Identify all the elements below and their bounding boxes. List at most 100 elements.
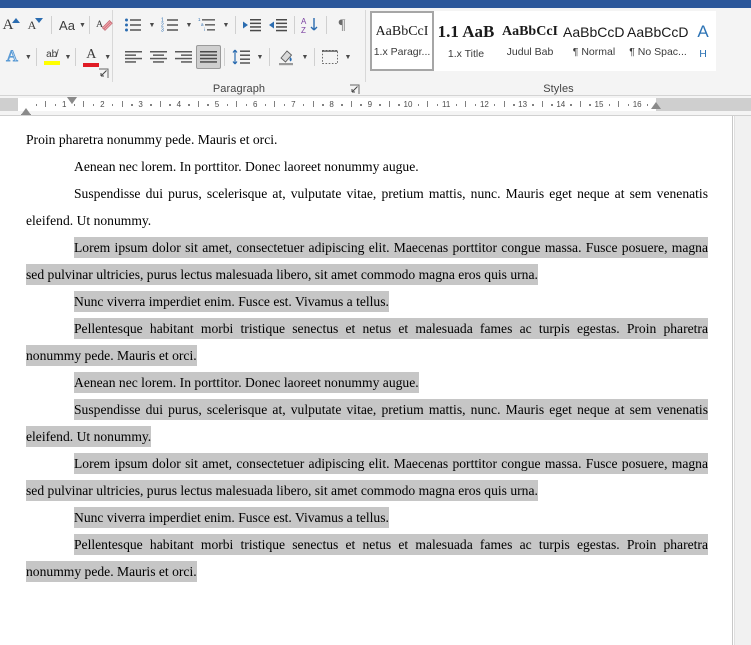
font-color-dropdown-icon[interactable]: ▼: [103, 46, 112, 68]
document-paragraph[interactable]: Lorem ipsum dolor sit amet, consectetuer…: [0, 234, 732, 288]
divider: [235, 16, 236, 34]
borders-button[interactable]: [318, 45, 342, 69]
ruler-tick-10: 10: [403, 100, 413, 109]
show-formatting-marks-button[interactable]: ¶: [330, 13, 354, 37]
font-color-swatch: [83, 62, 100, 67]
borders-dropdown-icon[interactable]: ▼: [342, 46, 354, 68]
change-case-button[interactable]: Aa: [55, 13, 79, 37]
vertical-scrollbar[interactable]: [734, 116, 751, 645]
multilevel-list-dropdown-icon[interactable]: ▼: [220, 14, 232, 36]
numbering-dropdown-icon[interactable]: ▼: [183, 14, 195, 36]
ruler-minor-mark: [83, 101, 85, 107]
style-preview: AaBbCcI: [501, 23, 558, 39]
shading-dropdown-icon[interactable]: ▼: [299, 46, 311, 68]
ruler-minor-mark: [302, 104, 305, 106]
styles-gallery[interactable]: AaBbCcI 1.x Paragr... 1.1 AaB 1.x Title …: [370, 11, 751, 73]
align-center-icon: [150, 50, 167, 63]
align-right-button[interactable]: [171, 45, 196, 69]
shading-button[interactable]: [273, 45, 299, 69]
align-center-button[interactable]: [146, 45, 171, 69]
document-paragraph[interactable]: Lorem ipsum dolor sit amet, consectetuer…: [0, 450, 732, 504]
shrink-font-button[interactable]: A: [24, 13, 48, 37]
text-effects-dropdown-icon[interactable]: ▼: [24, 46, 33, 68]
numbering-button[interactable]: 1 2 3: [158, 13, 183, 37]
ribbon-group-styles: AaBbCcI 1.x Paragr... 1.1 AaB 1.x Title …: [366, 8, 751, 96]
ruler-minor-mark: [465, 101, 467, 107]
ruler-minor-mark: [589, 104, 591, 106]
justify-button[interactable]: [196, 45, 221, 69]
ruler-minor-mark: [274, 101, 276, 107]
paragraph-text: Lorem ipsum dolor sit amet, consectetuer…: [26, 453, 708, 501]
increase-indent-button[interactable]: [265, 13, 291, 37]
document-body[interactable]: Proin pharetra nonummy pede. Mauris et o…: [0, 126, 732, 585]
align-left-icon: [125, 50, 142, 63]
align-right-icon: [175, 50, 192, 63]
ruler-minor-mark: [312, 101, 314, 107]
ruler-minor-mark: [436, 104, 439, 106]
multilevel-list-button[interactable]: 1 a i: [195, 13, 220, 37]
ruler-minor-mark: [618, 101, 620, 107]
divider: [326, 16, 327, 34]
style-preview: A: [697, 21, 709, 41]
style-item-heading-1[interactable]: A H: [690, 11, 716, 71]
style-item-1x-title[interactable]: 1.1 AaB 1.x Title: [434, 11, 498, 71]
ruler-minor-mark: [169, 104, 171, 106]
grow-font-button[interactable]: A: [0, 13, 24, 37]
paragraph-text: Proin pharetra nonummy pede. Mauris et o…: [26, 132, 278, 147]
dialog-launcher-icon: [350, 84, 360, 94]
ruler-tick-3: 3: [138, 100, 143, 109]
sort-button[interactable]: A Z: [298, 13, 323, 37]
text-highlight-dropdown-icon[interactable]: ▼: [64, 46, 73, 68]
document-paragraph[interactable]: Nunc viverra imperdiet enim. Fusce est. …: [0, 288, 732, 315]
style-item-no-spacing[interactable]: AaBbCcDc ¶ No Spac...: [626, 11, 690, 71]
bullets-dropdown-icon[interactable]: ▼: [146, 14, 158, 36]
style-preview: AaBbCcDc: [563, 23, 625, 40]
ruler-minor-mark: [474, 104, 477, 106]
style-item-judul-bab[interactable]: AaBbCcI Judul Bab: [498, 11, 562, 71]
highlight-color-swatch: [43, 60, 60, 65]
document-paragraph[interactable]: Suspendisse dui purus, scelerisque at, v…: [0, 396, 732, 450]
document-paragraph[interactable]: Aenean nec lorem. In porttitor. Donec la…: [0, 153, 732, 180]
svg-text:i: i: [204, 27, 205, 32]
first-line-indent-marker[interactable]: [66, 97, 77, 104]
ruler-minor-mark: [131, 104, 133, 106]
paragraph-group-label: Paragraph: [212, 83, 266, 95]
style-name: ¶ No Spac...: [629, 46, 687, 59]
document-page[interactable]: Proin pharetra nonummy pede. Mauris et o…: [0, 116, 733, 645]
horizontal-ruler[interactable]: 123456789101112131415161718: [0, 96, 751, 116]
ruler-tick-5: 5: [214, 100, 220, 109]
line-spacing-dropdown-icon[interactable]: ▼: [254, 46, 266, 68]
document-area[interactable]: Proin pharetra nonummy pede. Mauris et o…: [0, 116, 751, 645]
dialog-launcher-icon: [99, 68, 109, 78]
document-paragraph[interactable]: Nunc viverra imperdiet enim. Fusce est. …: [0, 504, 732, 531]
ruler-tick-1: 1: [61, 100, 67, 109]
ruler-minor-mark: [417, 104, 420, 106]
style-item-normal[interactable]: AaBbCcDc ¶ Normal: [562, 11, 626, 71]
ruler-minor-mark: [350, 101, 352, 107]
ruler-tick-14: 14: [556, 100, 566, 109]
ruler-minor-mark: [111, 104, 114, 106]
shrink-font-arrow-icon: [35, 17, 44, 23]
bullets-button[interactable]: [121, 13, 146, 37]
divider: [224, 48, 225, 66]
document-paragraph[interactable]: Suspendisse dui purus, scelerisque at, v…: [0, 180, 732, 234]
change-case-dropdown-icon[interactable]: ▼: [79, 14, 86, 36]
line-spacing-button[interactable]: [228, 45, 254, 69]
text-effects-button[interactable]: A: [0, 45, 24, 69]
align-left-button[interactable]: [121, 45, 146, 69]
decrease-indent-button[interactable]: [239, 13, 265, 37]
text-highlight-color-button[interactable]: ab̸: [40, 45, 64, 69]
font-dialog-launcher[interactable]: [98, 66, 110, 78]
document-paragraph[interactable]: Aenean nec lorem. In porttitor. Donec la…: [0, 369, 732, 396]
change-case-icon: Aa: [59, 17, 75, 33]
style-item-1x-paragraph[interactable]: AaBbCcI 1.x Paragr...: [370, 11, 434, 71]
ruler-minor-mark: [503, 101, 505, 107]
document-paragraph[interactable]: Proin pharetra nonummy pede. Mauris et o…: [0, 126, 732, 153]
document-paragraph[interactable]: Pellentesque habitant morbi tristique se…: [0, 531, 732, 585]
style-preview: AaBbCcDc: [627, 23, 689, 40]
paragraph-text: Nunc viverra imperdiet enim. Fusce est. …: [74, 507, 389, 528]
document-paragraph[interactable]: Pellentesque habitant morbi tristique se…: [0, 315, 732, 369]
paragraph-dialog-launcher[interactable]: [349, 82, 361, 94]
decrease-indent-icon: [243, 19, 261, 32]
right-indent-marker[interactable]: [651, 102, 662, 109]
